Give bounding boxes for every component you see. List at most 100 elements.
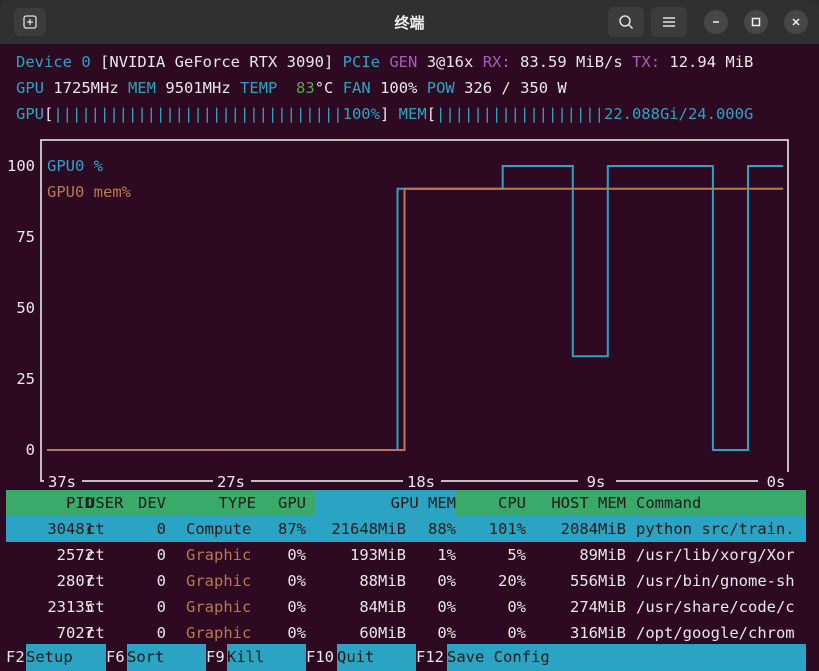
legend-0: GPU0 % xyxy=(47,157,104,175)
cell-user: ct xyxy=(86,520,105,538)
y-tick-label: 75 xyxy=(16,228,35,246)
gen-label: GEN xyxy=(389,53,418,71)
cell-gpu: 0% xyxy=(287,598,306,616)
y-tick-label: 25 xyxy=(16,370,35,388)
cell-dev: 0 xyxy=(156,546,166,564)
rx-label: RX: xyxy=(482,53,511,71)
fkey-f9[interactable]: F9 xyxy=(206,644,225,671)
cell-type: Graphic xyxy=(186,572,252,590)
cell-gpu-mem: 84MiB xyxy=(359,598,406,616)
cell-dev: 0 xyxy=(156,572,166,590)
gen-value: 3@16x xyxy=(426,53,474,71)
cell-cpu: 101% xyxy=(488,520,526,538)
cell-gpu: 0% xyxy=(287,572,306,590)
close-button[interactable] xyxy=(784,10,808,34)
fkey-f6[interactable]: F6 xyxy=(106,644,125,671)
cell-gpu: 0% xyxy=(287,624,306,642)
fkey-f12[interactable]: F12 xyxy=(416,644,444,671)
pow-label: POW xyxy=(426,79,455,97)
gpu-bar-close: ] xyxy=(379,105,390,123)
cell-cpu: 0% xyxy=(507,624,526,642)
cell-host-mem: 89MiB xyxy=(579,546,626,564)
function-key-bar: F2 Setup F6 Sort F9 Kill F10 Quit F12 Save Config xyxy=(0,644,819,671)
cell-command: /usr/bin/gnome-sh xyxy=(636,572,795,590)
usage-chart: 100 75 50 25 0 37s 27s 18s 9s 0s GPU0 % GPU0 mem% xyxy=(7,139,796,487)
column-header: DEV xyxy=(138,494,166,512)
rx-value: 83.59 MiB/s xyxy=(520,53,623,71)
fan-value: 100% xyxy=(380,79,418,97)
fkey-f10[interactable]: F10 xyxy=(306,644,334,671)
table-row[interactable]: 2807 ct 0 Graphic 0% 88MiB 0% 20% 556MiB/usr/bin… xyxy=(0,568,819,594)
column-header: TYPE xyxy=(218,494,256,512)
x-tick-label: 18s xyxy=(407,473,435,487)
fkey-label-quit[interactable]: Quit xyxy=(337,644,416,671)
cell-cpu: 20% xyxy=(498,572,526,590)
fkey-f2[interactable]: F2 xyxy=(6,644,25,671)
cell-pid: 23135 xyxy=(47,598,94,616)
pcie-label: PCIe xyxy=(342,53,380,71)
fkey-label-sort[interactable]: Sort xyxy=(127,644,206,671)
mem-bar-fill: |||||||||||||||||| xyxy=(436,105,604,123)
cell-gpu-mem: 193MiB xyxy=(350,546,406,564)
mem-bar-value: 22.088Gi/24.000G xyxy=(603,105,754,123)
column-header: HOST MEM xyxy=(551,494,626,512)
table-row-selected[interactable]: 30481 ct 0 Compute 87% 21648MiB 88% 101% 2084MiB… xyxy=(0,516,819,542)
cell-cpu: 5% xyxy=(507,546,526,564)
cell-pid: 30481 xyxy=(47,520,94,538)
table-row[interactable]: 7027 ct 0 Graphic 0% 60MiB 0% 0% 316MiB/opt/goog… xyxy=(0,620,819,646)
usage-bars-line: GPU[|||||||||||||||||||||||||||||||100%]… xyxy=(16,104,753,124)
terminal-content: Device 0 [NVIDIA GeForce RTX 3090] PCIe … xyxy=(0,45,819,671)
temp-unit: °C xyxy=(314,79,334,97)
table-row[interactable]: 2572 ct 0 Graphic 0% 193MiB 1% 5% 89MiB/usr/lib/… xyxy=(0,542,819,568)
menu-button[interactable] xyxy=(651,7,687,37)
cell-pid: 2807 xyxy=(56,572,94,590)
legend-1: GPU0 mem% xyxy=(47,183,132,201)
cell-gpu-mem_pct: 0% xyxy=(437,572,456,590)
minimize-button[interactable] xyxy=(704,10,728,34)
fkey-label-setup[interactable]: Setup xyxy=(26,644,106,671)
cell-gpu-mem_pct: 1% xyxy=(437,546,456,564)
cell-gpu-mem_pct: 0% xyxy=(437,598,456,616)
cell-type: Graphic xyxy=(186,624,252,642)
search-button[interactable] xyxy=(608,7,644,37)
temp-value: 83 xyxy=(296,79,315,97)
fkey-label-save-config[interactable]: Save Config xyxy=(447,644,806,671)
table-row[interactable]: 23135 ct 0 Graphic 0% 84MiB 0% 0% 274MiB/usr/sha… xyxy=(0,594,819,620)
cell-pid: 7027 xyxy=(56,624,94,642)
cell-command: /opt/google/chrom xyxy=(636,624,795,642)
cell-gpu-mem_pct: 0% xyxy=(437,624,456,642)
cell-user: ct xyxy=(86,572,105,590)
gpu-bar-value: 100% xyxy=(342,105,380,123)
x-tick-label: 9s xyxy=(587,473,606,487)
minimize-icon xyxy=(713,21,719,23)
cell-type: Graphic xyxy=(186,546,252,564)
column-header: CPU xyxy=(498,494,526,512)
fkey-label-kill[interactable]: Kill xyxy=(227,644,306,671)
series-line-0 xyxy=(47,165,784,451)
cell-host-mem: 556MiB xyxy=(570,572,626,590)
window-title: 终端 xyxy=(394,14,425,32)
device-name: [NVIDIA GeForce RTX 3090] xyxy=(100,53,334,71)
maximize-button[interactable] xyxy=(744,10,768,34)
cell-cpu: 0% xyxy=(507,598,526,616)
cell-user: ct xyxy=(86,624,105,642)
table-header: PID USER DEV TYPE GPU GPU MEM CPU HOST MEM Comma… xyxy=(0,490,819,516)
y-tick-label: 50 xyxy=(16,299,35,317)
search-icon xyxy=(619,15,634,30)
cell-command: /usr/lib/xorg/Xor xyxy=(636,546,795,564)
tx-label: TX: xyxy=(632,53,661,71)
mem-bar-open: [ xyxy=(426,105,436,123)
cell-host-mem: 2084MiB xyxy=(560,520,626,538)
cell-host-mem: 316MiB xyxy=(570,624,626,642)
column-header: GPU MEM xyxy=(390,494,456,512)
cell-pid: 2572 xyxy=(56,546,94,564)
cell-type: Compute xyxy=(186,520,252,538)
tx-value: 12.94 MiB xyxy=(669,53,754,71)
gpu-bar-label: GPU xyxy=(16,105,44,123)
cell-command: python src/train. xyxy=(636,520,795,538)
title-bar: 终端 xyxy=(0,0,819,45)
column-header: USER xyxy=(86,494,124,512)
cell-dev: 0 xyxy=(156,520,166,538)
cell-gpu-mem: 21648MiB xyxy=(331,520,406,538)
column-header: PID xyxy=(66,494,94,512)
